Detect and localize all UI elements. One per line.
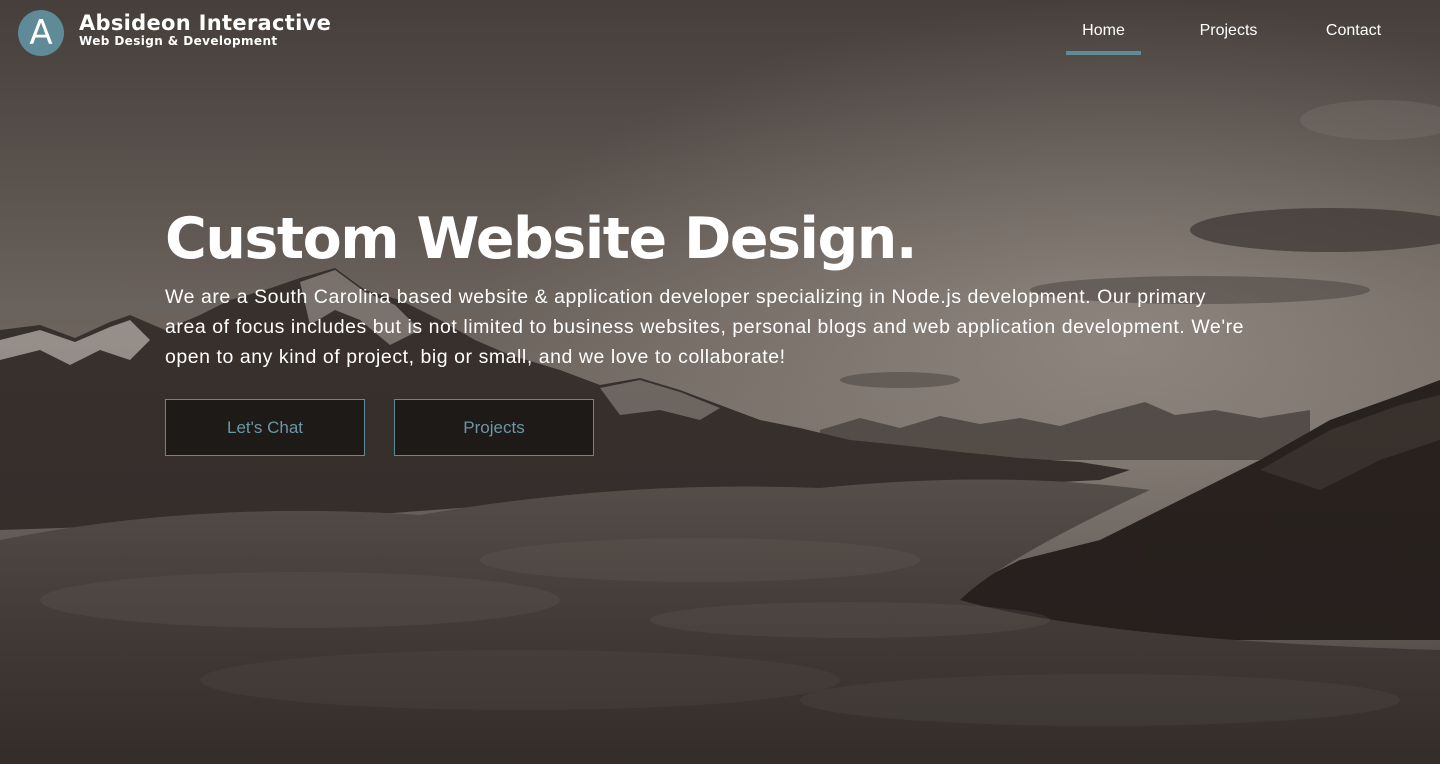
site-header: A Absideon Interactive Web Design & Deve… xyxy=(0,0,1440,64)
brand-text: Absideon Interactive Web Design & Develo… xyxy=(79,12,331,48)
brand-logo[interactable]: A Absideon Interactive Web Design & Deve… xyxy=(18,10,331,56)
projects-button[interactable]: Projects xyxy=(394,399,594,456)
lets-chat-button[interactable]: Let's Chat xyxy=(165,399,365,456)
nav-item-projects[interactable]: Projects xyxy=(1166,0,1291,64)
nav-item-home[interactable]: Home xyxy=(1041,0,1166,64)
hero-description: We are a South Carolina based website & … xyxy=(165,286,1245,368)
hero-section: Custom Website Design. We are a South Ca… xyxy=(165,200,1245,456)
brand-name: Absideon Interactive xyxy=(79,11,332,35)
page: A Absideon Interactive Web Design & Deve… xyxy=(0,0,1440,764)
logo-mark-icon: A xyxy=(18,10,64,56)
nav-item-contact[interactable]: Contact xyxy=(1291,0,1416,64)
hero-title: Custom Website Design. xyxy=(165,206,917,272)
brand-tagline: Web Design & Development xyxy=(79,34,278,48)
hero-buttons: Let's Chat Projects xyxy=(165,399,1245,456)
main-nav: Home Projects Contact xyxy=(1041,0,1416,64)
